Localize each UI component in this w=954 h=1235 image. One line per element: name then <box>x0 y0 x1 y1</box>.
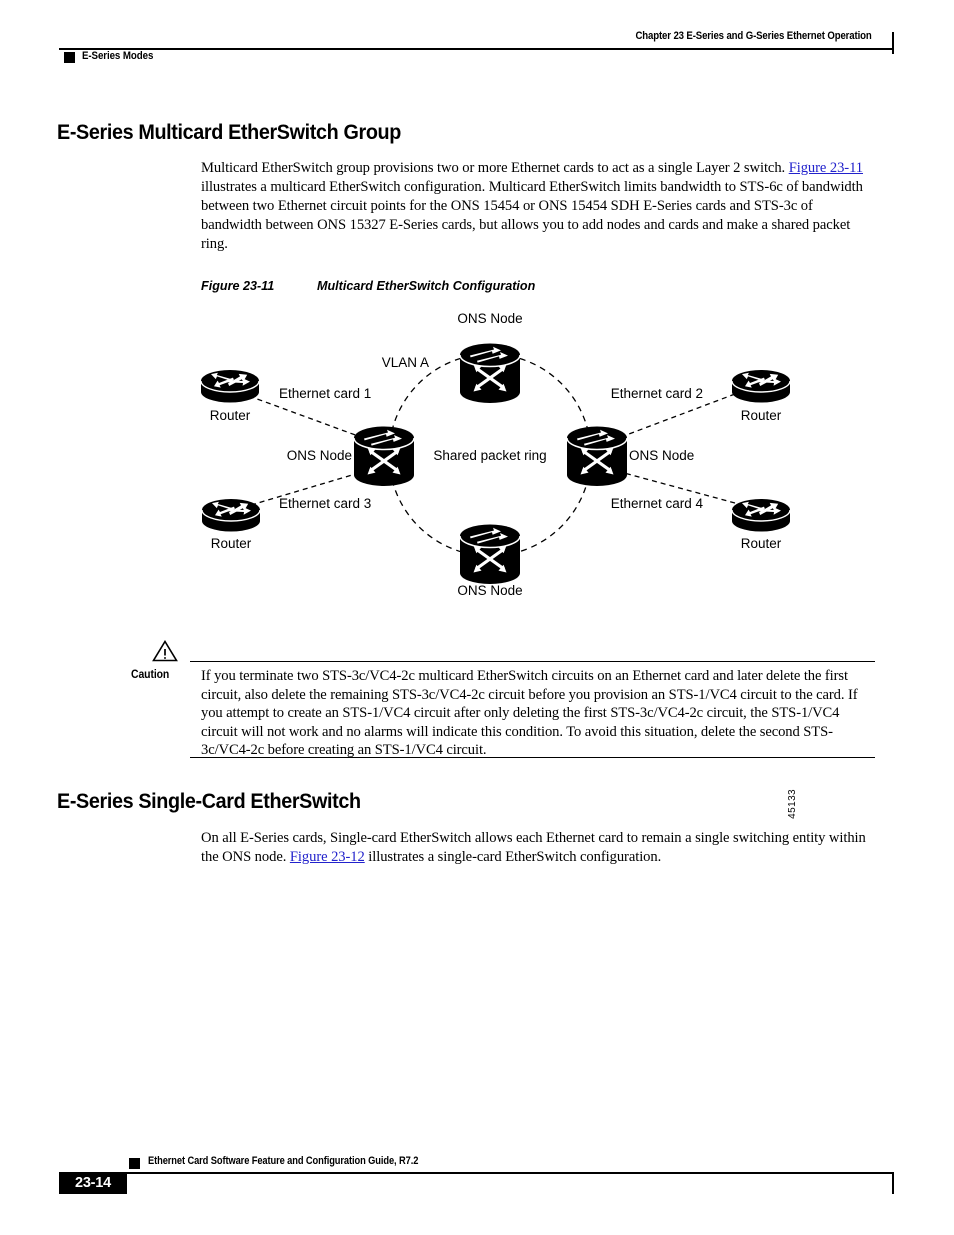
figure-number: Figure 23-11 <box>201 279 275 293</box>
label-ethernet-card-1: Ethernet card 1 <box>279 386 371 401</box>
label-ethernet-card-2: Ethernet card 2 <box>611 386 703 401</box>
router-top-left-icon <box>200 369 260 404</box>
label-router-top-right: Router <box>741 408 782 423</box>
xref-figure-23-12[interactable]: Figure 23-12 <box>290 849 365 865</box>
header-end-tick <box>891 32 894 54</box>
header-rule <box>59 48 894 51</box>
paragraph-singlecard-text-2: illustrates a single-card EtherSwitch co… <box>364 849 662 865</box>
router-bottom-left-icon <box>201 498 261 533</box>
paragraph-multicard: Multicard EtherSwitch group provisions t… <box>201 159 875 254</box>
label-ethernet-card-3: Ethernet card 3 <box>279 496 371 511</box>
figure-art-id: 45133 <box>787 789 798 819</box>
ons-node-bottom-icon <box>458 522 522 586</box>
caution-rule-bottom <box>190 757 875 759</box>
caution-rule-top <box>190 660 875 662</box>
label-ons-node-top: ONS Node <box>457 311 522 326</box>
caution-triangle-icon <box>152 639 178 662</box>
paragraph-multicard-text-2: illustrates a multicard EtherSwitch conf… <box>201 179 863 252</box>
paragraph-multicard-text-1: Multicard EtherSwitch group provisions t… <box>201 160 789 176</box>
figure-title: Multicard EtherSwitch Configuration <box>317 279 536 293</box>
footer-end-tick <box>891 1172 894 1194</box>
link-router-tl-to-node-left <box>248 395 370 441</box>
caution-label: Caution <box>131 668 170 681</box>
footer-rule <box>59 1172 894 1175</box>
label-ons-node-bottom: ONS Node <box>457 583 522 598</box>
ons-node-top-icon <box>458 341 522 405</box>
router-bottom-right-icon <box>731 498 791 533</box>
figure-multicard-etherswitch: ONS Node VLAN A ONS Node ONS Node ONS No… <box>0 300 954 819</box>
page-title-singlecard: E-Series Single-Card EtherSwitch <box>57 789 361 813</box>
paragraph-singlecard: On all E-Series cards, Single-card Ether… <box>201 829 875 867</box>
label-ons-node-right: ONS Node <box>629 448 694 463</box>
figure-caption: Figure 23-11 Multicard EtherSwitch Config… <box>201 279 535 293</box>
ons-node-left-icon <box>352 424 416 488</box>
footer-page-number: 23-14 <box>59 1172 127 1194</box>
bullet-square-icon <box>64 52 75 63</box>
header-chapter-title: Chapter 23 E-Series and G-Series Etherne… <box>635 30 872 42</box>
caution-text: If you terminate two STS-3c/VC4-2c multi… <box>201 668 858 759</box>
footer-bullet-square-icon <box>129 1158 140 1169</box>
label-router-bottom-left: Router <box>211 536 252 551</box>
label-shared-packet-ring: Shared packet ring <box>433 448 546 463</box>
ons-node-right-icon <box>565 424 629 488</box>
router-top-right-icon <box>731 369 791 404</box>
caution-admonition: Caution If you terminate two STS-3c/VC4-… <box>0 639 954 770</box>
label-router-top-left: Router <box>210 408 251 423</box>
xref-figure-23-11[interactable]: Figure 23-11 <box>789 160 863 176</box>
label-ethernet-card-4: Ethernet card 4 <box>611 496 704 511</box>
label-ons-node-left: ONS Node <box>287 448 352 463</box>
header-section-title: E-Series Modes <box>82 50 154 62</box>
footer-guide-title: Ethernet Card Software Feature and Confi… <box>148 1155 419 1167</box>
label-router-bottom-right: Router <box>741 536 782 551</box>
page-title-multicard: E-Series Multicard EtherSwitch Group <box>57 120 401 144</box>
page-header: Chapter 23 E-Series and G-Series Etherne… <box>59 30 894 74</box>
page-footer: Ethernet Card Software Feature and Confi… <box>59 1155 894 1200</box>
label-vlan-a: VLAN A <box>382 355 429 370</box>
